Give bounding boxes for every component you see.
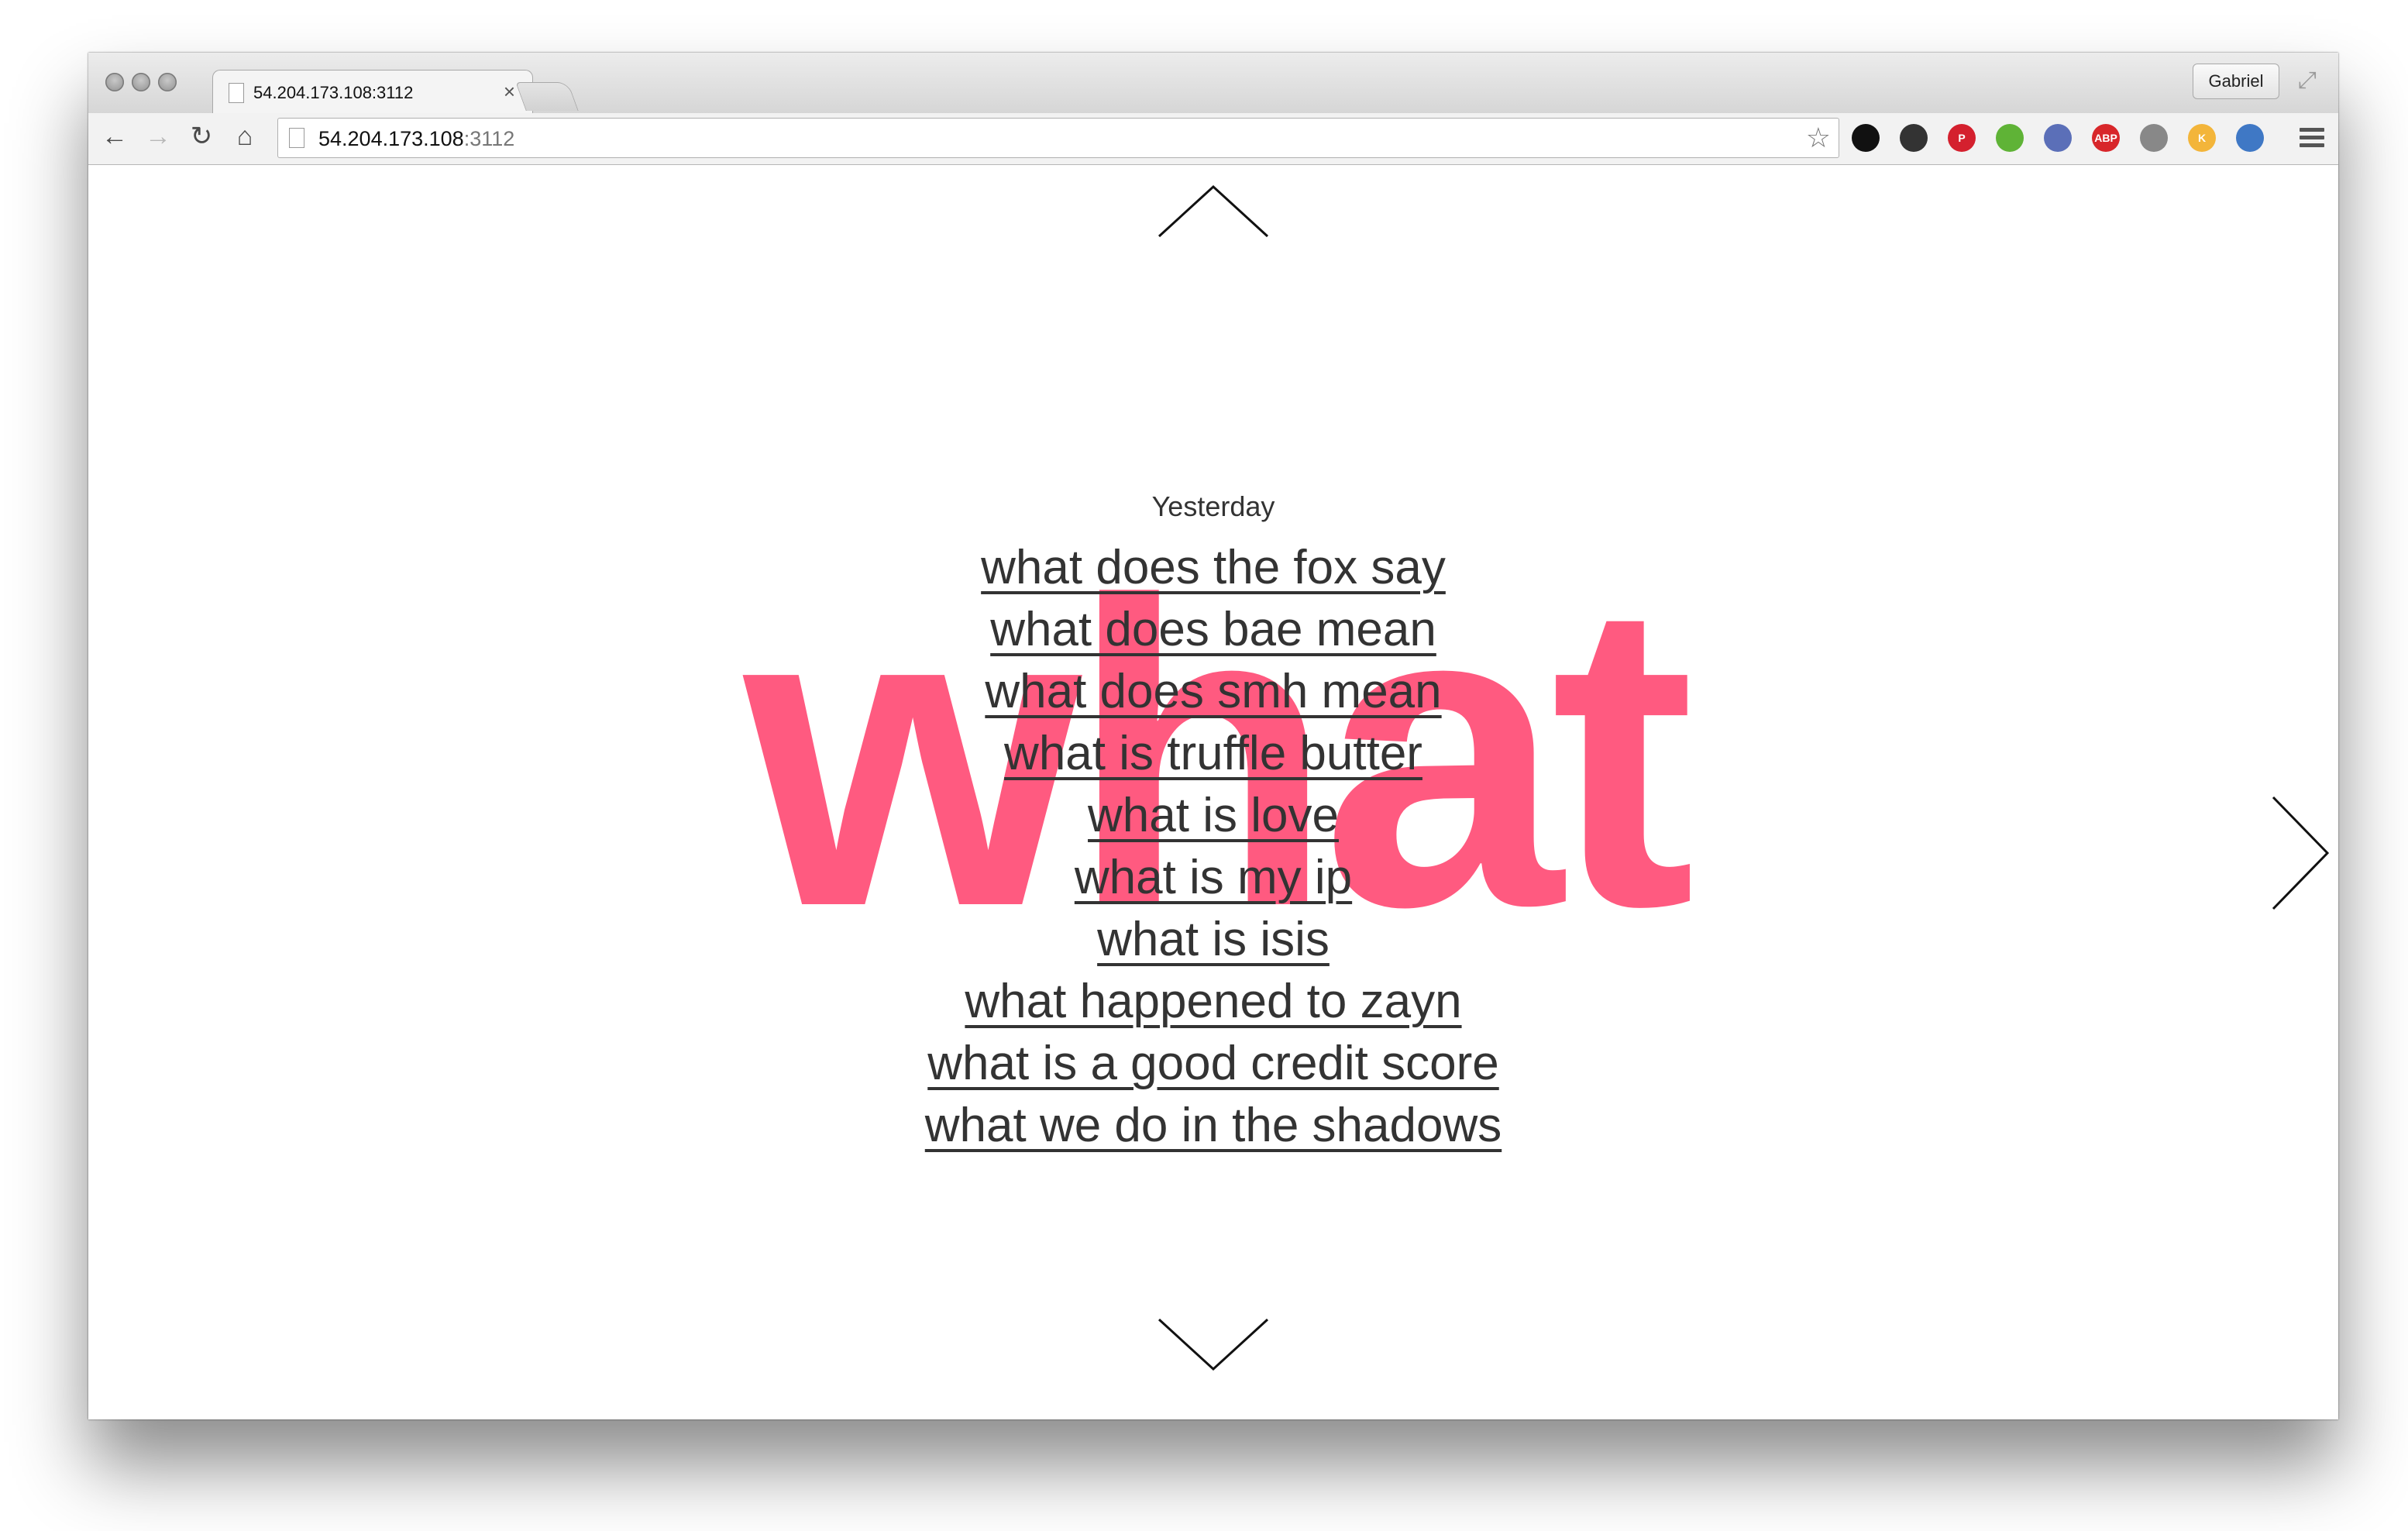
new-tab-button[interactable]	[515, 82, 579, 111]
list-item: what is a good credit score	[88, 1033, 2338, 1095]
zoom-window-button[interactable]	[158, 73, 177, 91]
fullscreen-icon[interactable]: ⤢	[2292, 65, 2323, 96]
address-bar[interactable]: 54.204.173.108:3112 ☆	[277, 118, 1839, 158]
query-link[interactable]: what is my ip	[1075, 851, 1352, 904]
query-link[interactable]: what we do in the shadows	[925, 1099, 1502, 1152]
reload-icon[interactable]: ↻	[186, 121, 217, 152]
browser-toolbar: ← → ↻ ⌂ 54.204.173.108:3112 ☆ P ABP K	[88, 113, 2338, 165]
query-link[interactable]: what is truffle butter	[1004, 727, 1422, 780]
close-tab-icon[interactable]: ×	[504, 80, 515, 104]
close-window-button[interactable]	[105, 73, 124, 91]
query-link[interactable]: what is isis	[1097, 913, 1330, 966]
url-text[interactable]: 54.204.173.108:3112	[318, 127, 514, 151]
query-link[interactable]: what is love	[1088, 789, 1339, 842]
list-item: what is love	[88, 785, 2338, 847]
up-arrow-icon[interactable]	[1153, 181, 1274, 243]
back-icon[interactable]: ←	[99, 121, 130, 152]
bookmark-star-icon[interactable]: ☆	[1806, 122, 1831, 154]
pinterest-icon[interactable]: P	[1948, 124, 1976, 152]
list-item: what does smh mean	[88, 661, 2338, 723]
page-viewport: what Yesterday what does the fox say what…	[88, 165, 2338, 1419]
url-port: :3112	[463, 127, 515, 150]
menu-icon[interactable]	[2300, 124, 2324, 152]
tab-title: 54.204.173.108:3112	[253, 83, 414, 102]
list-item: what is isis	[88, 909, 2338, 971]
query-link[interactable]: what does smh mean	[985, 665, 1441, 718]
query-link[interactable]: what happened to zayn	[965, 975, 1461, 1028]
list-item: what we do in the shadows	[88, 1095, 2338, 1157]
query-link[interactable]: what does bae mean	[990, 603, 1436, 656]
adblock-plus-icon[interactable]: ABP	[2092, 124, 2120, 152]
page-icon	[229, 83, 244, 103]
evernote-icon[interactable]	[1996, 124, 2024, 152]
down-arrow-icon[interactable]	[1153, 1313, 1274, 1375]
tab-strip: 54.204.173.108:3112 × Gabriel ⤢	[88, 53, 2338, 115]
desktop-background: 54.204.173.108:3112 × Gabriel ⤢ ← → ↻ ⌂ …	[0, 0, 2408, 1531]
list-item: what is my ip	[88, 847, 2338, 909]
home-icon[interactable]: ⌂	[229, 121, 260, 152]
tab-active[interactable]: 54.204.173.108:3112 ×	[212, 70, 533, 115]
color-picker-icon[interactable]	[1900, 124, 1928, 152]
forward-icon[interactable]: →	[143, 121, 174, 152]
list-item: what does the fox say	[88, 537, 2338, 599]
query-list: what does the fox say what does bae mean w…	[88, 537, 2338, 1157]
delicious-icon[interactable]	[1852, 124, 1880, 152]
klout-icon[interactable]: K	[2188, 124, 2216, 152]
query-link[interactable]: what is a good credit score	[927, 1037, 1499, 1090]
list-item: what does bae mean	[88, 599, 2338, 661]
list-item: what is truffle butter	[88, 723, 2338, 785]
query-list-container: Yesterday what does the fox say what does…	[88, 490, 2338, 1157]
minimize-window-button[interactable]	[132, 73, 150, 91]
list-item: what happened to zayn	[88, 971, 2338, 1033]
screen-capture-icon[interactable]	[2236, 124, 2264, 152]
date-label: Yesterday	[1151, 490, 1275, 522]
eyedropper-icon[interactable]	[2044, 124, 2072, 152]
page-icon	[289, 128, 304, 148]
pocket-icon[interactable]	[2140, 124, 2168, 152]
url-host: 54.204.173.108	[318, 127, 464, 150]
browser-window: 54.204.173.108:3112 × Gabriel ⤢ ← → ↻ ⌂ …	[88, 53, 2338, 1419]
profile-button[interactable]: Gabriel	[2193, 64, 2279, 99]
query-link[interactable]: what does the fox say	[981, 541, 1446, 594]
